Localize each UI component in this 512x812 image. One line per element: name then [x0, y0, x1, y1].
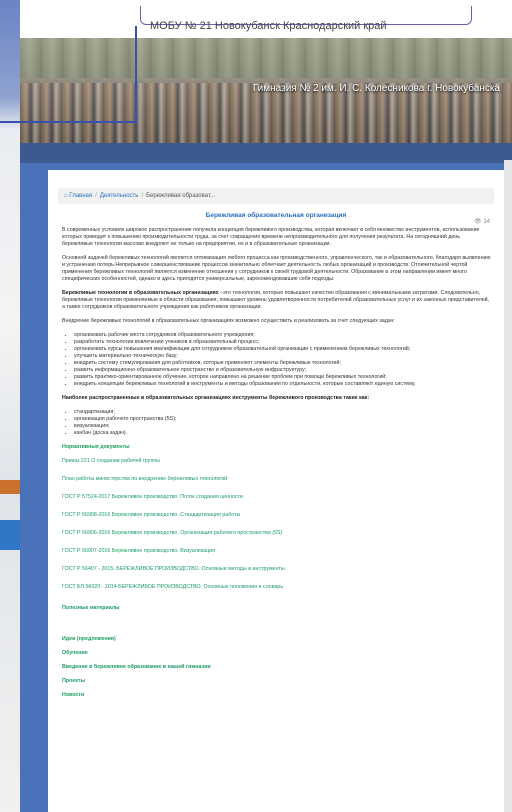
- background-blue-button: [0, 520, 20, 550]
- breadcrumb-current: Бережливая образоват...: [146, 193, 216, 199]
- doc-link[interactable]: ГОСТ Р 56907-2016 Бережливое производств…: [62, 548, 492, 555]
- list-item: внедрить систему стимулирования для рабо…: [74, 360, 492, 367]
- tools-heading: Наиболее распространенные в образователь…: [62, 395, 370, 401]
- article-container: ⌂ Главная / Деятельность / Бережливая образо…: [48, 170, 504, 812]
- background-page-strip: [0, 0, 20, 812]
- list-item: развить информационно-образовательное пр…: [74, 367, 492, 374]
- useful-materials-heading: Полезные материалы: [62, 605, 120, 611]
- docs-heading: Нормативные документы: [62, 444, 130, 450]
- views-counter: 👁 14: [474, 219, 490, 225]
- list-item: канбан (доска задач).: [74, 430, 492, 437]
- list-item: развить практико-ориентированное обучени…: [74, 374, 492, 381]
- section-link-intro[interactable]: Введение в бережливое образование в наше…: [62, 664, 492, 671]
- list-item: организация рабочего пространства (5S);: [74, 416, 492, 423]
- tasks-list: организовать рабочие места сотрудников о…: [62, 332, 492, 388]
- list-item: организовать рабочие места сотрудников о…: [74, 332, 492, 339]
- doc-link[interactable]: ГОСТ Р 56906-2016 Бережливое производств…: [62, 530, 492, 537]
- list-item: визуализация;: [74, 423, 492, 430]
- eye-icon: 👁: [474, 219, 482, 225]
- list-item: разработать технологии вовлечения ученик…: [74, 339, 492, 346]
- list-item: организовать курсы повышения квалификаци…: [74, 346, 492, 353]
- site-header: МОБУ № 21 Новокубанск Краснодарский край: [20, 0, 512, 38]
- list-item: стандартизация;: [74, 409, 492, 416]
- doc-link[interactable]: План работы министерства по внедрению бе…: [62, 476, 492, 483]
- doc-link[interactable]: ГОСТ БЛ 56020 - 2014 БЕРЕЖЛИВОЕ ПРОИЗВОД…: [62, 584, 492, 591]
- paragraph-3: Бережливые технологии в образовательных …: [62, 290, 490, 310]
- tools-list: стандартизация; организация рабочего про…: [62, 409, 492, 437]
- doc-link[interactable]: ГОСТ Р 56908-2016 Бережливое производств…: [62, 512, 492, 519]
- background-orange-bar: [0, 480, 20, 494]
- doc-link[interactable]: ГОСТ Р 56407 - 2015. БЕРЕЖЛИВОЕ ПРОИЗВОД…: [62, 566, 492, 573]
- section-link-projects[interactable]: Проекты: [62, 678, 492, 685]
- right-edge: [504, 160, 512, 812]
- list-item: улучшить материально-техническую базу;: [74, 353, 492, 360]
- header-motto: МОБУ № 21 Новокубанск Краснодарский край: [150, 20, 387, 32]
- breadcrumb-home[interactable]: ⌂ Главная: [64, 193, 92, 199]
- paragraph-4: Внедрение бережливых технологий в образо…: [62, 318, 395, 324]
- doc-link[interactable]: Приказ 221 О создании рабочей группы: [62, 458, 492, 465]
- paragraph-1: В современных условиях широкое распростр…: [62, 227, 480, 247]
- section-link-news[interactable]: Новости: [62, 692, 492, 699]
- section-link-ideas[interactable]: Идеи (предложения): [62, 636, 492, 643]
- main-navbar[interactable]: [20, 143, 512, 163]
- paragraph-2: Основной задачей бережливых технологий я…: [62, 255, 491, 282]
- doc-link[interactable]: ГОСТ Р 57524-2017 Бережливое производств…: [62, 494, 492, 501]
- header-banner-photo: Гимназия № 2 им. И. С. Колесникова г. Но…: [20, 38, 512, 143]
- article-body: В современных условиях широкое распростр…: [48, 227, 504, 699]
- list-item: внедрить концепции бережливых технологий…: [74, 381, 492, 388]
- section-link-training[interactable]: Обучение: [62, 650, 492, 657]
- banner-caption: Гимназия № 2 им. И. С. Колесникова г. Но…: [252, 83, 500, 94]
- breadcrumb-section[interactable]: Деятельность: [100, 193, 139, 199]
- page-title: Бережливая образовательная организация: [205, 212, 347, 219]
- banner-trees: [20, 38, 512, 78]
- breadcrumb: ⌂ Главная / Деятельность / Бережливая образо…: [58, 188, 494, 204]
